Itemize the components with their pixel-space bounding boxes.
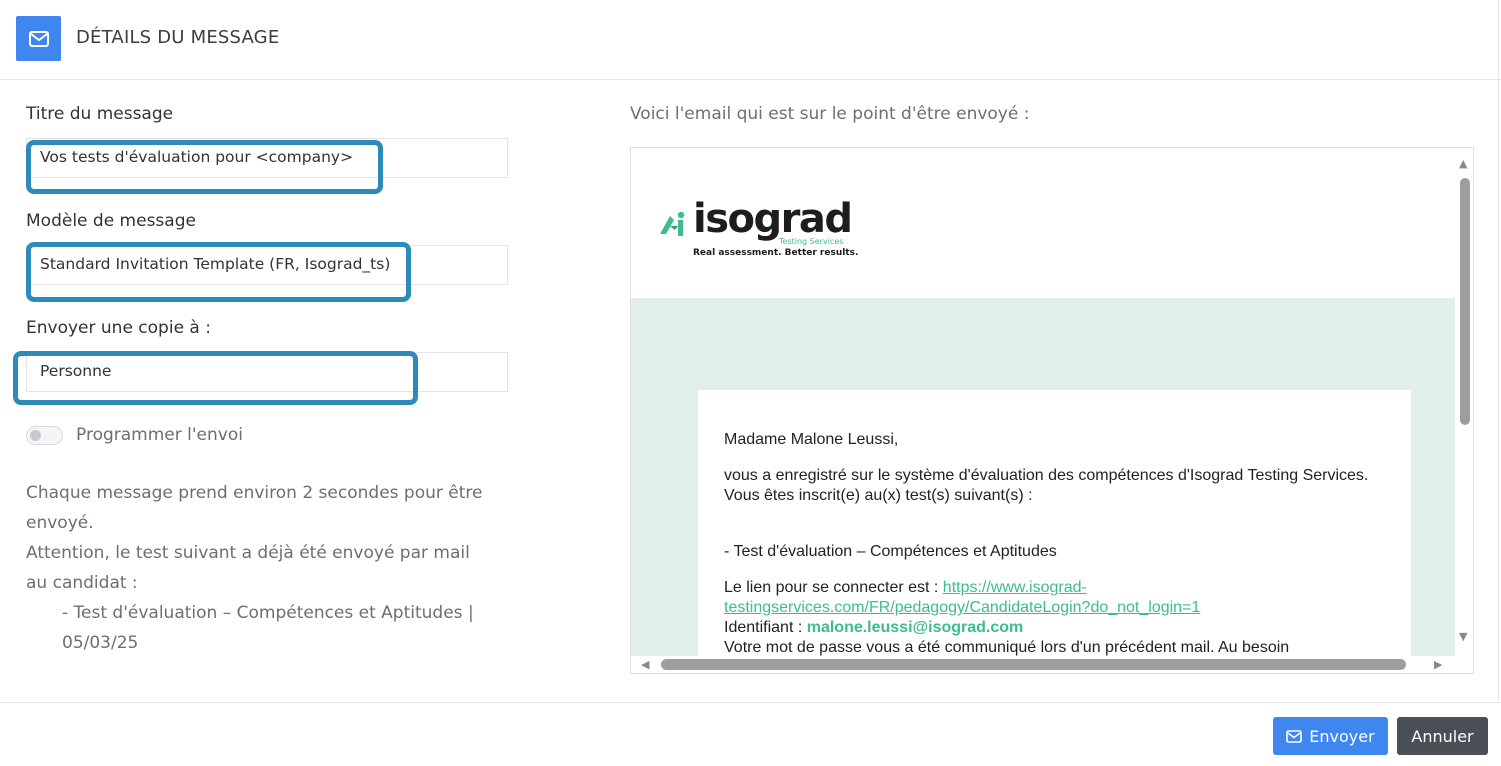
divider — [1498, 0, 1499, 702]
schedule-label: Programmer l'envoi — [76, 425, 243, 445]
email-intro: vous a enregistré sur le système d'évalu… — [724, 467, 1369, 504]
preview-caption: Voici l'email qui est sur le point d'êtr… — [630, 104, 1030, 124]
logo-wordmark: isograd — [693, 196, 853, 242]
logo-subtitle: Testing Services — [779, 237, 844, 246]
info-duration: Chaque message prend environ 2 secondes … — [26, 483, 483, 533]
info-text: Chaque message prend environ 2 secondes … — [26, 478, 496, 658]
email-password-line: Votre mot de passe vous a été communiqué… — [724, 639, 1290, 656]
modal-header: DÉTAILS DU MESSAGE — [0, 0, 1501, 80]
email-id-prefix: Identifiant : — [724, 619, 807, 636]
info-test-item: - Test d'évaluation – Compétences et Apt… — [62, 603, 474, 653]
logo-area: isograd Testing Services Real assessment… — [631, 148, 1455, 298]
email-test-item: - Test d'évaluation – Compétences et Apt… — [724, 543, 1057, 560]
envelope-icon — [1286, 729, 1303, 743]
vertical-scroll-thumb[interactable] — [1460, 178, 1470, 425]
envelope-icon — [16, 16, 61, 61]
info-warning: Attention, le test suivant a déjà été en… — [26, 543, 470, 593]
horizontal-scroll-thumb[interactable] — [661, 659, 1406, 670]
modal-title: DÉTAILS DU MESSAGE — [76, 27, 280, 48]
highlight-box — [26, 140, 383, 194]
scroll-left-icon[interactable]: ◀ — [641, 659, 649, 670]
isograd-logo-icon — [660, 211, 685, 236]
template-label: Modèle de message — [26, 211, 196, 231]
vertical-scrollbar[interactable]: ▲ ▼ — [1455, 148, 1473, 658]
scroll-right-icon[interactable]: ▶ — [1434, 659, 1442, 670]
scroll-down-icon[interactable]: ▼ — [1459, 631, 1467, 642]
cancel-button[interactable]: Annuler — [1397, 717, 1488, 755]
logo-tagline: Real assessment. Better results. — [693, 248, 859, 258]
email-preview[interactable]: isograd Testing Services Real assessment… — [630, 147, 1474, 674]
highlight-box — [26, 242, 411, 302]
email-link-prefix: Le lien pour se connecter est : — [724, 579, 943, 596]
send-button-label: Envoyer — [1309, 726, 1375, 746]
email-body: Madame Malone Leussi, vous a enregistré … — [698, 390, 1411, 673]
send-button[interactable]: Envoyer — [1273, 717, 1388, 755]
horizontal-scrollbar[interactable]: ◀ ▶ — [631, 656, 1473, 673]
scroll-up-icon[interactable]: ▲ — [1459, 158, 1467, 169]
cancel-button-label: Annuler — [1411, 726, 1474, 746]
title-label: Titre du message — [26, 104, 174, 124]
footer-divider — [0, 702, 1501, 703]
copy-label: Envoyer une copie à : — [26, 318, 211, 338]
highlight-box — [13, 351, 418, 405]
email-greeting: Madame Malone Leussi, — [724, 431, 899, 448]
toggle-knob — [30, 430, 41, 441]
schedule-toggle[interactable] — [26, 426, 63, 445]
email-identifier: malone.leussi@isograd.com — [806, 619, 1024, 636]
